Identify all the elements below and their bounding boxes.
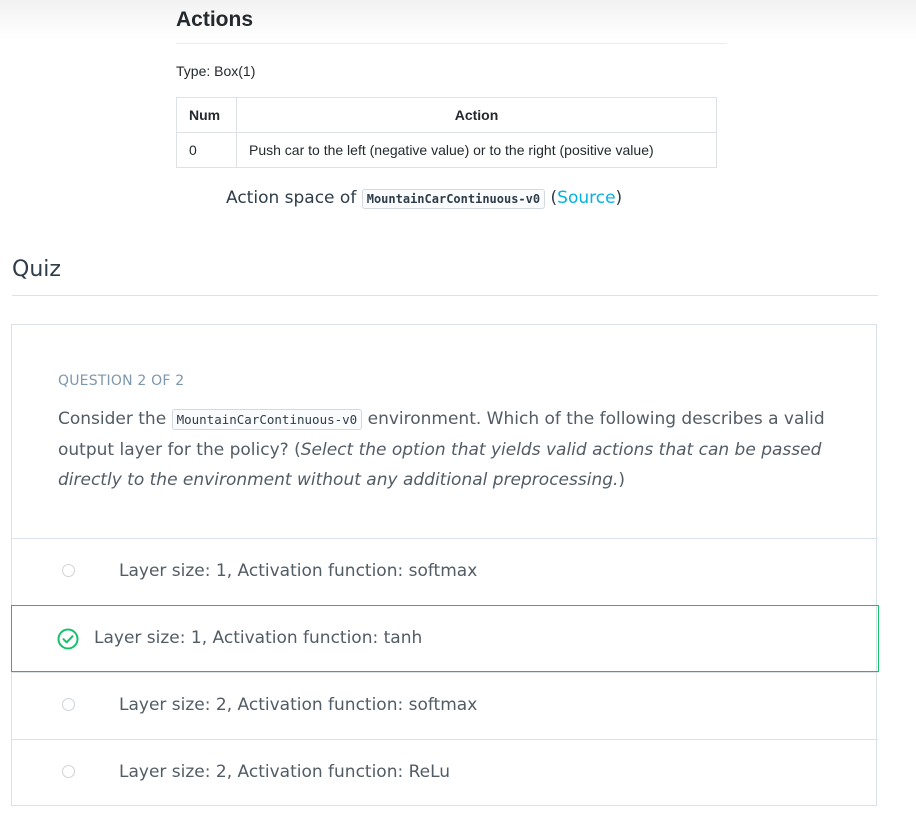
caption-close-paren: ) — [615, 188, 623, 208]
caption-prefix: Action space of — [226, 188, 357, 208]
quiz-card: QUESTION 2 OF 2 Consider the MountainCar… — [11, 324, 879, 806]
top-shade — [0, 0, 916, 40]
radio-button-icon[interactable] — [62, 765, 75, 778]
quiz-title: Quiz — [12, 257, 61, 282]
answer-option-label: Layer size: 2, Activation function: soft… — [119, 695, 478, 715]
question-text-before: Consider the — [58, 409, 167, 429]
question-counter: QUESTION 2 OF 2 — [58, 373, 185, 389]
heading-divider — [176, 43, 727, 44]
quiz-divider — [12, 295, 878, 296]
radio-button-icon[interactable] — [62, 698, 75, 711]
answer-option-2-selected[interactable]: Layer size: 1, Activation function: tanh — [11, 605, 879, 672]
answer-option-4[interactable]: Layer size: 2, Activation function: ReLu — [12, 739, 878, 806]
question-text: Consider the MountainCarContinuous-v0 en… — [58, 404, 838, 495]
table-cell-action: Push car to the left (negative value) or… — [236, 132, 717, 168]
table-row: 0 Push car to the left (negative value) … — [176, 132, 717, 168]
question-text-end: ) — [618, 470, 626, 490]
answer-option-label: Layer size: 1, Activation function: soft… — [119, 561, 478, 581]
table-header-action: Action — [236, 97, 717, 133]
table-header-row: Num Action — [176, 97, 717, 133]
answer-option-label: Layer size: 1, Activation function: tanh — [94, 628, 423, 648]
source-link[interactable]: Source — [557, 188, 615, 208]
radio-button-icon[interactable] — [62, 564, 75, 577]
table-cell-num: 0 — [176, 132, 237, 168]
caption-env-code: MountainCarContinuous-v0 — [361, 189, 546, 209]
answer-option-3[interactable]: Layer size: 2, Activation function: soft… — [12, 672, 878, 739]
action-type-text: Type: Box(1) — [176, 63, 256, 79]
answer-option-label: Layer size: 2, Activation function: ReLu — [119, 762, 451, 782]
answer-option-1[interactable]: Layer size: 1, Activation function: soft… — [12, 538, 878, 605]
table-header-num: Num — [176, 97, 237, 133]
check-circle-icon[interactable] — [57, 628, 79, 650]
action-space-caption: Action space of MountainCarContinuous-v0… — [226, 188, 623, 209]
action-table: Num Action 0 Push car to the left (negat… — [176, 97, 717, 168]
question-env-code: MountainCarContinuous-v0 — [171, 409, 363, 430]
actions-heading: Actions — [176, 8, 254, 31]
